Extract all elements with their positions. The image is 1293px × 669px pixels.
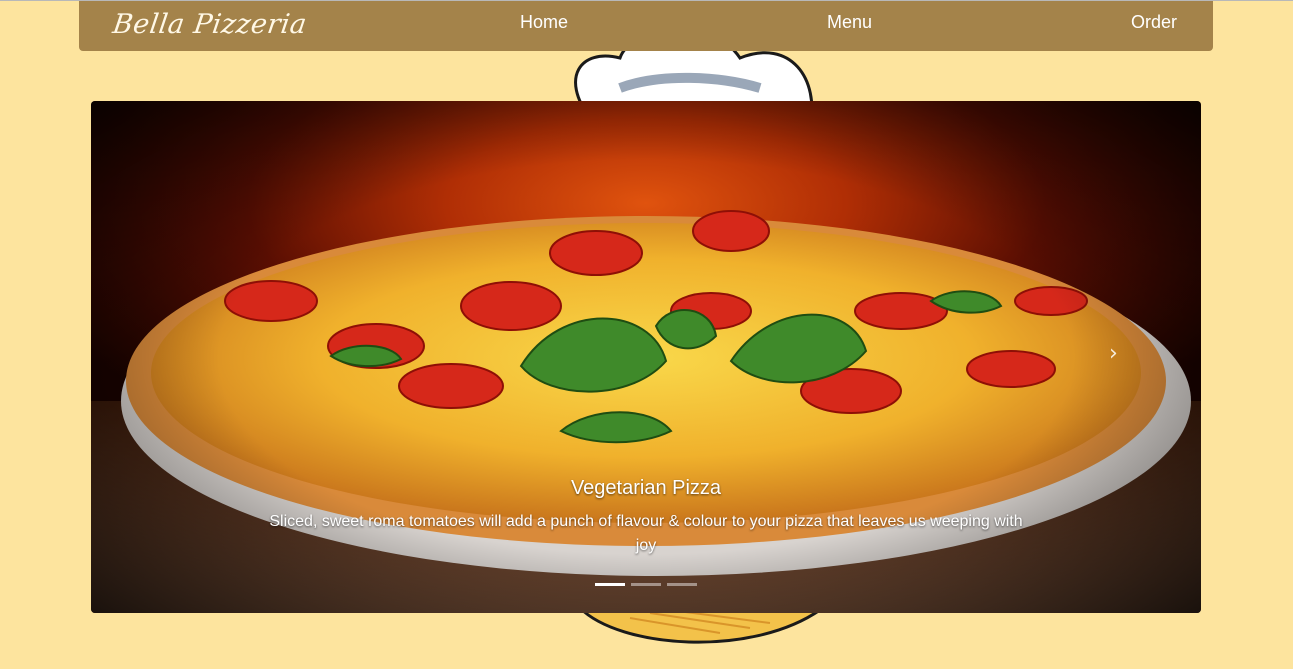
nav-link-menu[interactable]: Menu	[827, 12, 872, 33]
brand-logo[interactable]: Bella Pizzeria	[111, 9, 309, 40]
image-carousel: Vegetarian Pizza Sliced, sweet roma toma…	[91, 101, 1201, 613]
carousel-indicator-3[interactable]	[667, 583, 697, 586]
nav-link-home[interactable]: Home	[520, 12, 568, 33]
carousel-indicator-2[interactable]	[631, 583, 661, 586]
slide-description: Sliced, sweet roma tomatoes will add a p…	[269, 513, 1023, 554]
carousel-indicator-1[interactable]	[595, 583, 625, 586]
slide-title: Vegetarian Pizza	[570, 477, 722, 499]
chevron-right-icon[interactable]: ›	[1109, 341, 1118, 366]
nav-link-order[interactable]: Order	[1131, 12, 1177, 33]
top-navbar: Bella Pizzeria Home Menu Order	[79, 1, 1213, 51]
carousel-indicators	[595, 583, 705, 587]
